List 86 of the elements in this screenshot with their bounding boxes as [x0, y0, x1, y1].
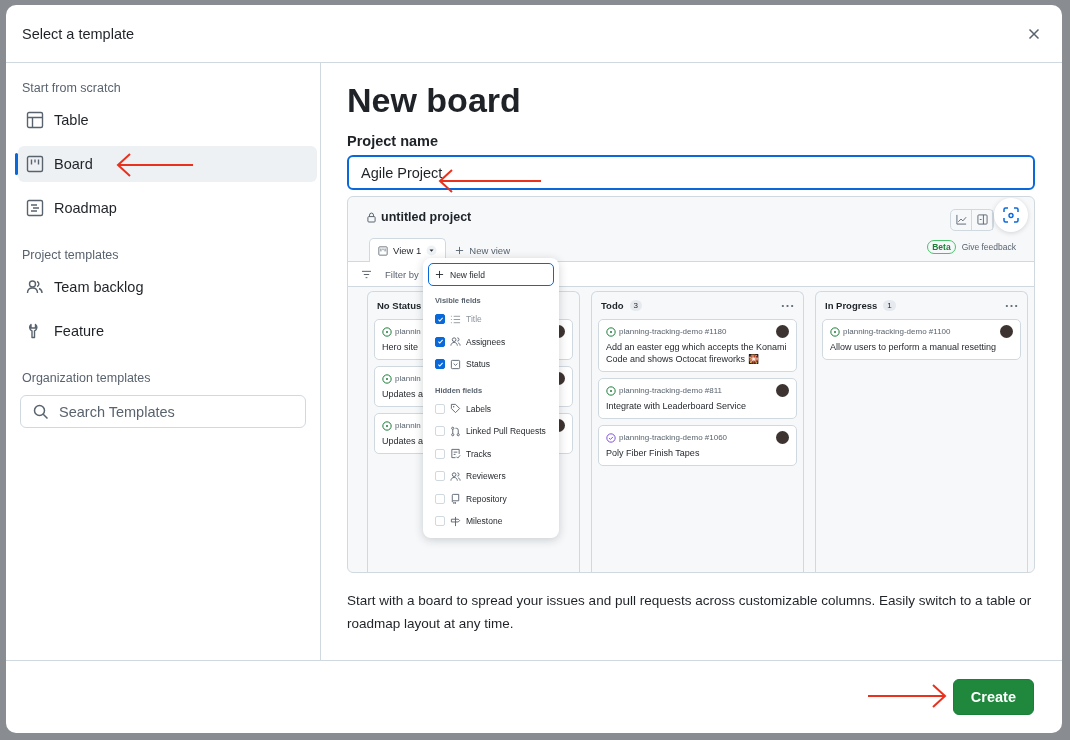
people-icon — [450, 336, 461, 348]
issue-title: Hero site — [382, 341, 418, 353]
board-icon — [378, 245, 388, 256]
screenshot-button[interactable] — [994, 198, 1028, 232]
issue-card[interactable]: planning-tracking-demo #1060 Poly Fiber Finish Tapes — [598, 425, 797, 466]
roadmap-icon — [26, 199, 44, 217]
issue-title: Updates a — [382, 435, 424, 447]
issue-reference: planning-tracking-demo #1100 — [843, 327, 951, 336]
issue-reference: plannin — [395, 374, 421, 383]
plus-icon — [435, 270, 444, 279]
issue-title: Integrate with Leaderboard Service — [606, 400, 747, 412]
issue-card[interactable]: planning-tracking-demo #1180 Add an easter egg which accepts the Konami Code and shows Octocat fireworks 🎇 — [598, 319, 797, 372]
template-item[interactable]: Roadmap — [18, 190, 317, 226]
feedback-link[interactable]: Give feedback — [961, 242, 1016, 252]
issue-title: Updates a — [382, 388, 424, 400]
template-item[interactable]: Table — [18, 102, 317, 138]
project-title: untitled project — [381, 210, 472, 224]
column-title: In Progress — [825, 300, 878, 311]
issue-card[interactable]: planning-tracking-demo #1100 Allow users to perform a manual resetting — [822, 319, 1021, 360]
field-name: Reviewers — [466, 471, 506, 482]
caret-icon — [426, 245, 438, 256]
field-name: Status — [466, 359, 491, 370]
field-name: Title — [466, 314, 482, 325]
project-name-field[interactable]: Agile Project — [347, 155, 1035, 190]
search-field[interactable]: Search Templates — [20, 395, 306, 428]
filter-field[interactable]: Filter by — [385, 268, 419, 280]
chart-icon — [955, 214, 967, 225]
checklist-icon — [450, 448, 461, 460]
repository-icon — [450, 493, 461, 505]
checkbox[interactable] — [435, 359, 445, 370]
issue-title: Add an easter egg which accepts the Konami Code and shows Octocat fireworks 🎇 — [606, 341, 788, 365]
view-tab[interactable]: View 1 — [369, 238, 447, 262]
avatar — [1000, 325, 1013, 338]
new-field-button[interactable]: New field — [428, 263, 554, 286]
panel-icon — [976, 214, 988, 225]
more-icon[interactable] — [781, 303, 794, 308]
search-icon — [33, 404, 49, 420]
field-name: Milestone — [466, 516, 503, 527]
close-icon — [1028, 27, 1040, 40]
section-heading: Organization templates — [21, 371, 152, 385]
field-name: Repository — [466, 493, 507, 504]
issue-reference: planning-tracking-demo #811 — [619, 386, 723, 395]
filter-icon — [361, 269, 372, 279]
field-label: Project name — [347, 133, 440, 149]
board-icon — [26, 155, 44, 173]
lock-icon — [367, 211, 376, 223]
people-icon — [26, 278, 44, 296]
view-tab[interactable]: New view — [446, 238, 519, 262]
issue-title: Allow users to perform a manual resetting — [830, 341, 997, 353]
avatar — [776, 431, 789, 444]
section-heading: Project templates — [21, 248, 120, 262]
template-description: Start with a board to spread your issues and pull requests across customizable columns. Easily switch to a table or roadmap layout at any time. — [347, 592, 1033, 633]
issue-reference: planning-tracking-demo #1180 — [619, 327, 727, 336]
template-item[interactable]: Board — [18, 146, 317, 182]
issue-reference: plannin — [395, 421, 421, 430]
field-name: Tracks — [466, 448, 492, 459]
checkbox[interactable] — [435, 336, 445, 347]
more-icon[interactable] — [1005, 303, 1018, 308]
field-name: Linked Pull Requests — [466, 426, 546, 437]
column-title: Todo — [601, 300, 624, 311]
item-count: 1 — [883, 300, 896, 311]
template-item[interactable]: Feature — [18, 313, 317, 349]
field-name: Assignees — [466, 336, 506, 347]
item-count: 3 — [629, 300, 642, 311]
avatar — [776, 384, 789, 397]
field-name: Labels — [466, 403, 492, 414]
template-item[interactable]: Team backlog — [18, 269, 317, 305]
issue-title: Poly Fiber Finish Tapes — [606, 447, 700, 459]
signpost-icon — [450, 515, 461, 527]
people-icon — [450, 470, 461, 482]
column-title: No Status — [377, 300, 422, 311]
template-heading: New board — [347, 80, 522, 121]
issue-reference: planning-tracking-demo #1060 — [619, 433, 728, 442]
table-icon — [26, 111, 44, 129]
section-heading: Start from scratch — [21, 81, 122, 95]
create-button[interactable]: Create — [952, 679, 1034, 715]
tag-icon — [450, 403, 461, 415]
issue-reference: plannin — [395, 327, 421, 336]
dropdown-icon — [450, 358, 461, 370]
dialog-title: Select a template — [22, 25, 136, 42]
plus-icon — [455, 246, 465, 255]
list-icon — [450, 313, 461, 325]
issue-card[interactable]: planning-tracking-demo #811 Integrate with Leaderboard Service — [598, 378, 797, 419]
avatar — [776, 325, 789, 338]
focus-icon — [1003, 207, 1019, 223]
pull-request-icon — [450, 425, 461, 437]
